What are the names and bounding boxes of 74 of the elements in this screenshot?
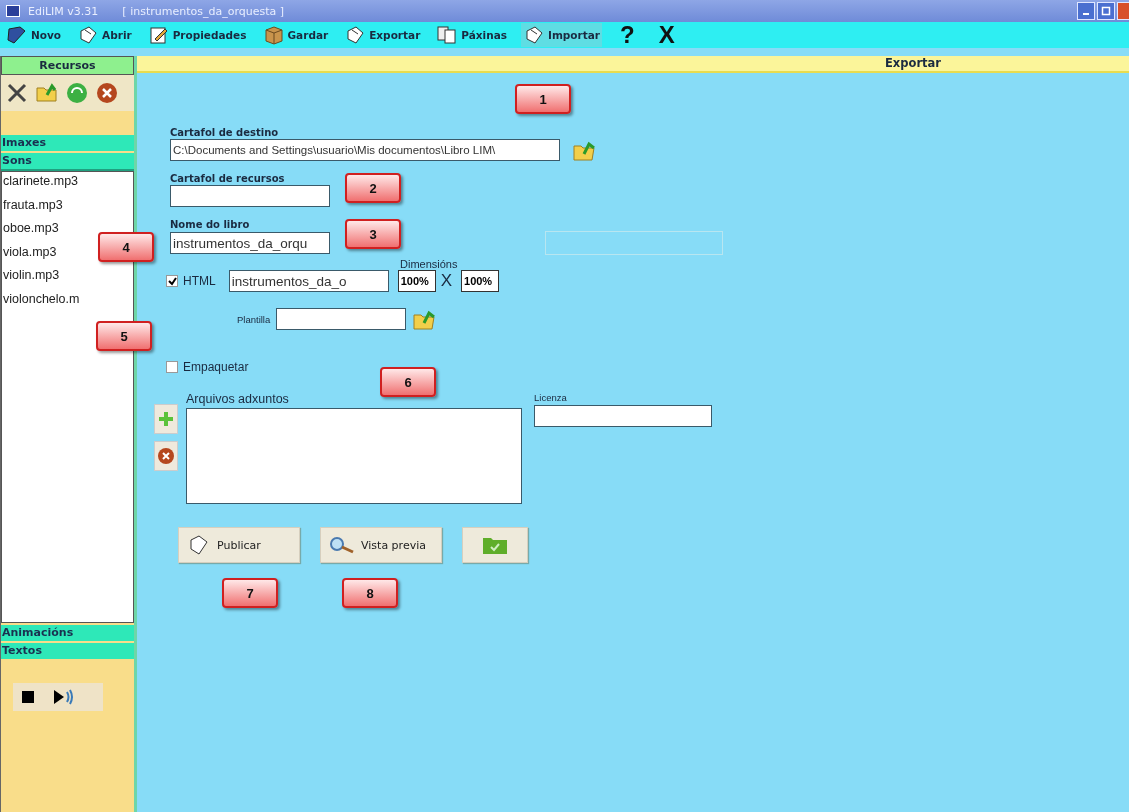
checkbox-label: HTML (183, 274, 216, 288)
minimize-icon (1083, 13, 1089, 15)
delete-icon (157, 447, 175, 465)
pencil-icon (147, 25, 170, 45)
field-label: Plantilla (237, 313, 271, 325)
publish-button[interactable]: Publicar (178, 527, 300, 563)
folder-icon[interactable] (572, 139, 598, 161)
height-field[interactable]: 100% (461, 270, 499, 292)
checkbox[interactable] (166, 361, 178, 373)
field-label: Cartafol de recursos (170, 173, 285, 185)
toolbar-button[interactable]: Páxinas (434, 23, 509, 47)
attachments-list[interactable] (186, 408, 522, 504)
sidebar-header: Recursos (1, 56, 134, 75)
minimize-button[interactable] (1077, 2, 1095, 20)
toolbar-button[interactable]: Abrir (75, 23, 134, 47)
play-sound-icon[interactable] (53, 689, 75, 705)
file-item[interactable]: violin.mp3 (2, 268, 60, 283)
toolbar-button[interactable]: X (652, 23, 681, 47)
license-field[interactable] (534, 405, 712, 427)
maximize-button[interactable] (1097, 2, 1115, 20)
toolbar-button[interactable]: ? (614, 23, 641, 47)
magnifier-icon (329, 536, 355, 554)
checkbox-label: Empaquetar (183, 360, 249, 374)
callout-label: 7 (222, 578, 278, 608)
refresh-icon (65, 81, 89, 105)
box-icon (262, 25, 285, 45)
delete-icon (95, 81, 119, 105)
callout-label: 1 (515, 84, 571, 114)
callout-label: 8 (342, 578, 398, 608)
template-field[interactable] (276, 308, 407, 330)
remove-button[interactable] (154, 441, 178, 471)
window-title: EdiLIM v3.31 (28, 4, 99, 18)
sidebar-section[interactable]: Imaxes (1, 135, 134, 151)
plus-icon (158, 411, 174, 427)
folder-icon (35, 81, 59, 105)
toolbar-button[interactable]: Gardar (260, 23, 331, 47)
sidebar-section[interactable]: Textos (1, 643, 134, 659)
html-name-field[interactable]: instrumentos_da_o (228, 270, 389, 292)
toolbar-button[interactable]: Propiedades (145, 23, 249, 47)
stop-icon[interactable] (21, 690, 35, 704)
folder-check-icon (482, 535, 508, 555)
document-icon (523, 25, 545, 45)
file-item[interactable]: viola.mp3 (2, 244, 57, 259)
book-name-field[interactable]: instrumentos_da_orqu (170, 232, 330, 254)
maximize-icon (1101, 6, 1111, 16)
file-item[interactable]: frauta.mp3 (2, 197, 63, 212)
file-item[interactable]: oboe.mp3 (2, 221, 59, 236)
toolbar-button[interactable]: Importar (521, 23, 603, 47)
width-field[interactable]: 100% (397, 270, 436, 292)
callout-label: 6 (380, 367, 436, 397)
field-label: Licenza (534, 392, 568, 403)
resources-field[interactable] (170, 185, 330, 207)
checkbox[interactable] (166, 275, 178, 287)
sidebar-section[interactable]: Animacións (1, 625, 134, 641)
callout-label: 4 (98, 232, 154, 262)
toolbar-button[interactable]: Exportar (342, 23, 423, 47)
pages-icon (436, 25, 459, 45)
document-title: [ instrumentos_da_orquesta ] (122, 4, 285, 18)
destination-field[interactable]: C:\Documents and Settings\usuario\Mis documentos\Libro LIM\ (170, 139, 560, 161)
toolbar-button[interactable]: Novo (4, 23, 64, 47)
callout-label: 3 (345, 219, 401, 249)
field-label: Arquivos adxuntos (186, 392, 290, 406)
file-item[interactable]: clarinete.mp3 (2, 174, 79, 189)
panel-header: Exportar (137, 56, 1129, 73)
callout-label: 5 (96, 321, 152, 351)
sidebar-section[interactable]: Sons (1, 153, 134, 171)
callout-label: 2 (345, 173, 401, 203)
file-item[interactable]: violonchelo.m (2, 291, 80, 306)
app-logo-icon (6, 5, 20, 17)
field-label: Cartafol de destino (170, 127, 279, 139)
preview-button[interactable]: Vista previa (320, 527, 442, 563)
times-sign: X (440, 271, 452, 291)
dimensions-label: Dimensións (400, 258, 458, 270)
field-label: Nome do libro (170, 219, 250, 231)
